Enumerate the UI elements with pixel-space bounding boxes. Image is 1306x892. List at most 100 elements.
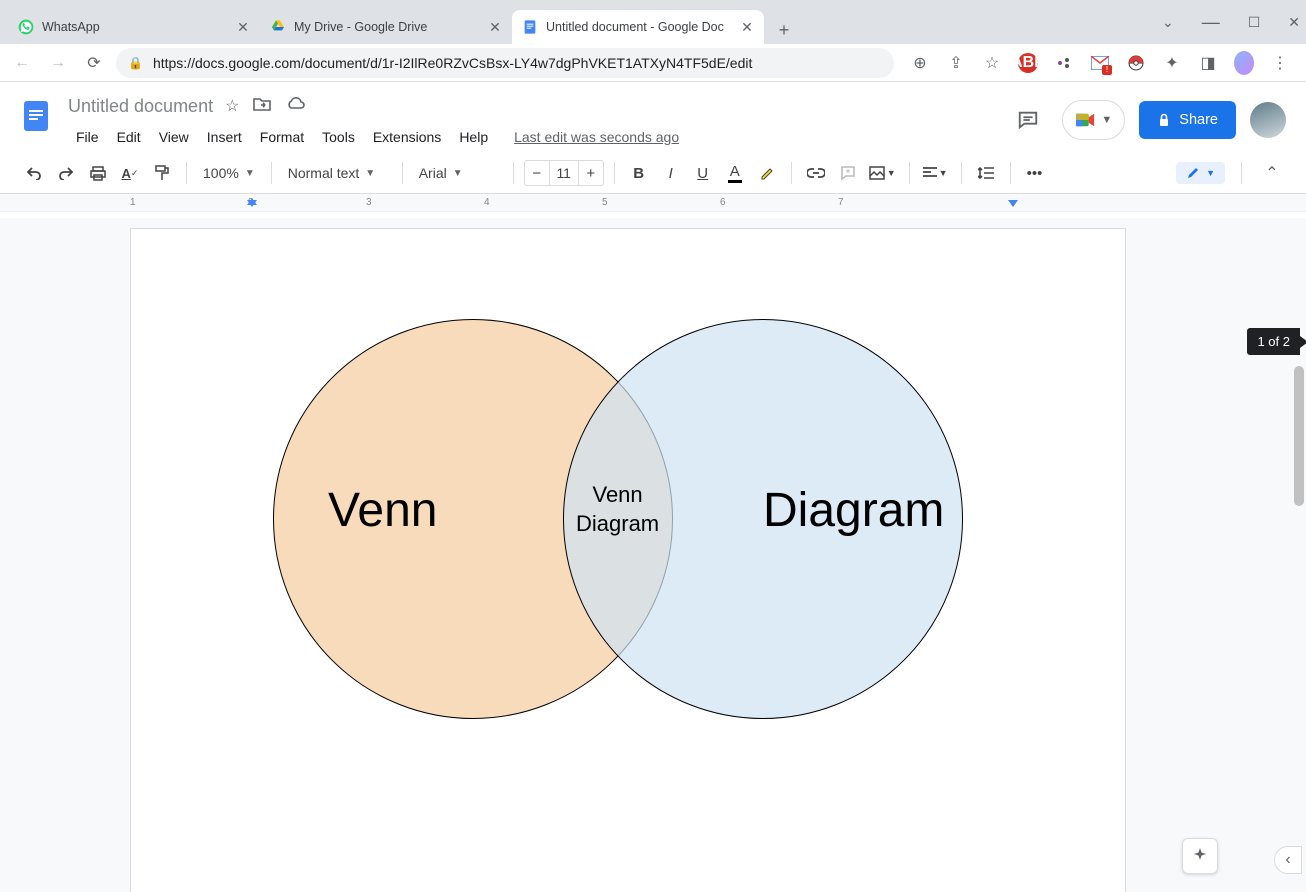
italic-button[interactable]: I xyxy=(657,159,685,187)
whatsapp-icon xyxy=(18,19,34,35)
paragraph-style-select[interactable]: Normal text▼ xyxy=(282,165,392,181)
last-edit-link[interactable]: Last edit was seconds ago xyxy=(514,129,679,145)
kebab-menu-icon[interactable]: ⋮ xyxy=(1270,53,1290,73)
menu-edit[interactable]: Edit xyxy=(109,125,149,149)
menu-tools[interactable]: Tools xyxy=(314,125,363,149)
horizontal-ruler[interactable]: 1 2 3 4 5 6 7 xyxy=(0,194,1306,212)
menu-format[interactable]: Format xyxy=(252,125,312,149)
formatting-toolbar: A✓ 100%▼ Normal text▼ Arial▼ − 11 + B I … xyxy=(0,152,1306,194)
editing-mode-button[interactable]: ▼ xyxy=(1176,162,1225,184)
paint-format-button[interactable] xyxy=(148,159,176,187)
venn-label-right: Diagram xyxy=(763,483,944,538)
star-icon[interactable]: ☆ xyxy=(225,96,239,116)
venn-diagram-drawing[interactable]: Venn Venn Diagram Diagram xyxy=(273,319,989,729)
explore-button[interactable] xyxy=(1182,838,1218,874)
sidepanel-icon[interactable]: ◨ xyxy=(1198,53,1218,73)
menu-extensions[interactable]: Extensions xyxy=(365,125,449,149)
chevron-down-icon[interactable]: ⌄ xyxy=(1162,14,1174,31)
docs-logo-icon[interactable] xyxy=(16,96,56,136)
share-page-icon[interactable]: ⇪ xyxy=(946,53,966,73)
menu-help[interactable]: Help xyxy=(451,125,496,149)
menu-bar: File Edit View Insert Format Tools Exten… xyxy=(68,122,1008,152)
increase-font-button[interactable]: + xyxy=(579,165,603,182)
meet-button[interactable]: ▼ xyxy=(1062,100,1125,140)
tab-title: Untitled document - Google Doc xyxy=(546,20,732,34)
print-button[interactable] xyxy=(84,159,112,187)
close-window-icon[interactable]: ✕ xyxy=(1288,14,1300,31)
venn-center-line1: Venn xyxy=(592,482,642,507)
profile-avatar[interactable] xyxy=(1234,53,1254,73)
url-input[interactable]: 🔒 https://docs.google.com/document/d/1r-… xyxy=(116,48,894,78)
insert-link-button[interactable] xyxy=(802,159,830,187)
underline-button[interactable]: U xyxy=(689,159,717,187)
collapse-toolbar-button[interactable]: ⌃ xyxy=(1258,159,1286,187)
browser-tab-strip: WhatsApp ✕ My Drive - Google Drive ✕ Unt… xyxy=(0,0,1306,44)
browser-tab-docs[interactable]: Untitled document - Google Doc ✕ xyxy=(512,10,764,44)
extension-icon[interactable] xyxy=(1054,53,1074,73)
menu-insert[interactable]: Insert xyxy=(199,125,250,149)
insert-comment-button[interactable] xyxy=(834,159,862,187)
highlight-button[interactable] xyxy=(753,159,781,187)
pokeball-icon[interactable] xyxy=(1126,53,1146,73)
mail-icon[interactable] xyxy=(1090,53,1110,73)
comment-history-icon[interactable] xyxy=(1008,100,1048,140)
menu-file[interactable]: File xyxy=(68,125,107,149)
adblock-icon[interactable]: ABP xyxy=(1018,53,1038,73)
pencil-icon xyxy=(1186,166,1200,180)
align-button[interactable]: ▼ xyxy=(920,159,951,187)
docs-header: Untitled document ☆ File Edit View Inser… xyxy=(0,82,1306,152)
drive-icon xyxy=(270,19,286,35)
right-indent-marker[interactable] xyxy=(1008,200,1018,207)
close-icon[interactable]: ✕ xyxy=(740,20,754,34)
document-page[interactable]: Venn Venn Diagram Diagram xyxy=(130,228,1126,892)
insert-image-button[interactable]: ▼ xyxy=(866,159,899,187)
chevron-down-icon: ▼ xyxy=(245,168,255,179)
bold-button[interactable]: B xyxy=(625,159,653,187)
close-icon[interactable]: ✕ xyxy=(236,20,250,34)
browser-tab-drive[interactable]: My Drive - Google Drive ✕ xyxy=(260,10,512,44)
reload-button[interactable]: ⟳ xyxy=(80,49,108,77)
lock-icon: 🔒 xyxy=(128,56,143,70)
font-select[interactable]: Arial▼ xyxy=(413,165,503,181)
vertical-scrollbar[interactable] xyxy=(1292,218,1306,892)
lock-icon xyxy=(1157,113,1171,127)
chevron-down-icon: ▼ xyxy=(887,168,896,178)
venn-label-center: Venn Diagram xyxy=(576,481,659,538)
chevron-down-icon: ▼ xyxy=(1206,168,1215,178)
forward-button[interactable]: → xyxy=(44,49,72,77)
text-color-button[interactable]: A xyxy=(721,159,749,187)
document-title[interactable]: Untitled document xyxy=(68,96,213,117)
font-size-input[interactable]: 11 xyxy=(549,161,579,185)
spellcheck-button[interactable]: A✓ xyxy=(116,159,144,187)
browser-tab-whatsapp[interactable]: WhatsApp ✕ xyxy=(8,10,260,44)
venn-label-left: Venn xyxy=(328,483,437,538)
menu-view[interactable]: View xyxy=(151,125,197,149)
undo-button[interactable] xyxy=(20,159,48,187)
redo-button[interactable] xyxy=(52,159,80,187)
line-spacing-button[interactable] xyxy=(972,159,1000,187)
address-bar: ← → ⟳ 🔒 https://docs.google.com/document… xyxy=(0,44,1306,82)
ruler-tick: 4 xyxy=(484,197,602,208)
minimize-icon[interactable]: — xyxy=(1202,12,1220,33)
ruler-tick: 5 xyxy=(602,197,720,208)
close-icon[interactable]: ✕ xyxy=(488,20,502,34)
share-button[interactable]: Share xyxy=(1139,101,1236,139)
ruler-tick: 1 xyxy=(130,197,248,208)
new-tab-button[interactable]: + xyxy=(770,16,798,44)
scroll-thumb[interactable] xyxy=(1294,366,1304,506)
bookmark-icon[interactable]: ☆ xyxy=(982,53,1002,73)
maximize-icon[interactable]: ☐ xyxy=(1248,14,1261,31)
cloud-status-icon[interactable] xyxy=(285,96,305,116)
move-icon[interactable] xyxy=(253,96,271,116)
zoom-icon[interactable]: ⊕ xyxy=(910,53,930,73)
first-line-indent-marker[interactable] xyxy=(247,198,257,205)
decrease-font-button[interactable]: − xyxy=(525,165,549,182)
address-bar-actions: ⊕ ⇪ ☆ ABP ✦ ◨ ⋮ xyxy=(902,53,1298,73)
document-canvas: Venn Venn Diagram Diagram 1 of 2 ‹ xyxy=(0,218,1306,892)
extensions-puzzle-icon[interactable]: ✦ xyxy=(1162,53,1182,73)
chevron-down-icon: ▼ xyxy=(1101,114,1112,126)
account-avatar[interactable] xyxy=(1250,102,1286,138)
more-tools-button[interactable]: ••• xyxy=(1021,159,1049,187)
back-button[interactable]: ← xyxy=(8,49,36,77)
zoom-select[interactable]: 100%▼ xyxy=(197,165,261,181)
